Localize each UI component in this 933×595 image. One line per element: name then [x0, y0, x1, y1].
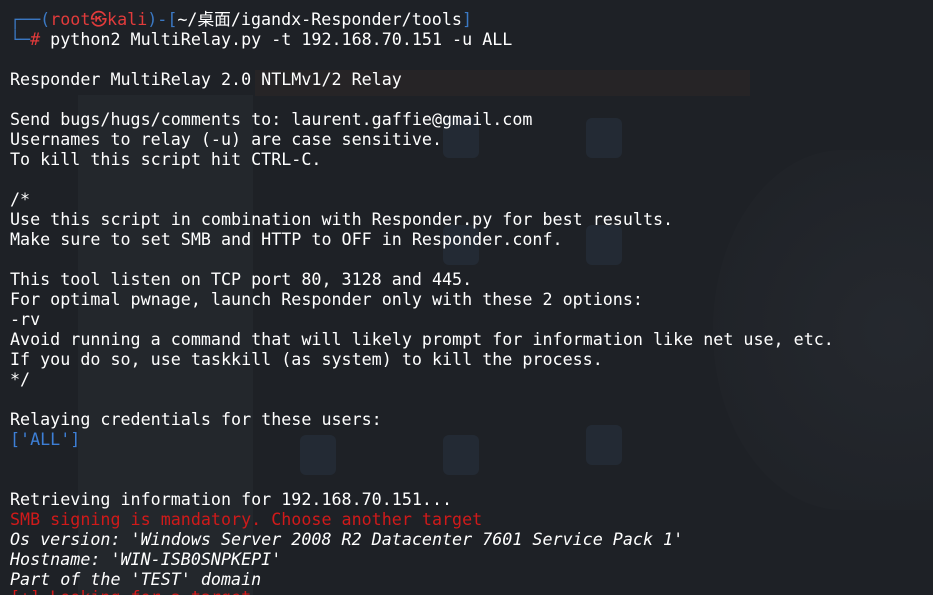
- terminal-window[interactable]: ┌──(root㉿kali)-[~/桌面/igandx-Responder/to…: [0, 0, 933, 595]
- output-line: Relaying credentials for these users:: [10, 409, 382, 429]
- output-line: Avoid running a command that will likely…: [10, 329, 834, 349]
- hostname-line: Hostname: 'WIN-ISB0SNPKEPI': [10, 549, 282, 569]
- domain-line: Part of the 'TEST' domain: [10, 569, 262, 589]
- output-line: Use this script in combination with Resp…: [10, 209, 674, 229]
- output-line: For optimal pwnage, launch Responder onl…: [10, 289, 643, 309]
- output-line: Usernames to relay (-u) are case sensiti…: [10, 129, 443, 149]
- prompt-path: ~/桌面/igandx-Responder/tools: [177, 9, 462, 29]
- output-line: */: [10, 369, 31, 389]
- prompt-frame: )-[: [147, 9, 178, 29]
- error-line: SMB signing is mandatory. Choose another…: [10, 509, 483, 529]
- command-text: python2 MultiRelay.py -t 192.168.70.151 …: [40, 29, 513, 49]
- output-line: Make sure to set SMB and HTTP to OFF in …: [10, 229, 563, 249]
- output-line: This tool listen on TCP port 80, 3128 an…: [10, 269, 473, 289]
- prompt-frame: └─: [10, 29, 31, 49]
- command-line: └─# python2 MultiRelay.py -t 192.168.70.…: [10, 29, 834, 49]
- cut-off-line: [+] Looking for a target...: [10, 587, 281, 595]
- users-list: ['ALL']: [10, 429, 81, 449]
- terminal-output[interactable]: ┌──(root㉿kali)-[~/桌面/igandx-Responder/to…: [10, 9, 834, 589]
- banner-line: Responder MultiRelay 2.0 NTLMv1/2 Relay: [10, 69, 402, 89]
- prompt-line: ┌──(root㉿kali)-[~/桌面/igandx-Responder/to…: [10, 9, 834, 29]
- prompt-frame: ┌──(: [10, 9, 51, 29]
- prompt-frame: ]: [461, 9, 472, 29]
- output-line: To kill this script hit CTRL-C.: [10, 149, 322, 169]
- output-line: Retrieving information for 192.168.70.15…: [10, 489, 453, 509]
- prompt-hash: #: [30, 29, 41, 49]
- output-line: Send bugs/hugs/comments to: laurent.gaff…: [10, 109, 533, 129]
- output-line: -rv: [10, 309, 41, 329]
- os-version-line: Os version: 'Windows Server 2008 R2 Data…: [10, 529, 684, 549]
- prompt-user: root㉿kali: [50, 9, 148, 29]
- output-line: If you do so, use taskkill (as system) t…: [10, 349, 603, 369]
- output-line: /*: [10, 189, 31, 209]
